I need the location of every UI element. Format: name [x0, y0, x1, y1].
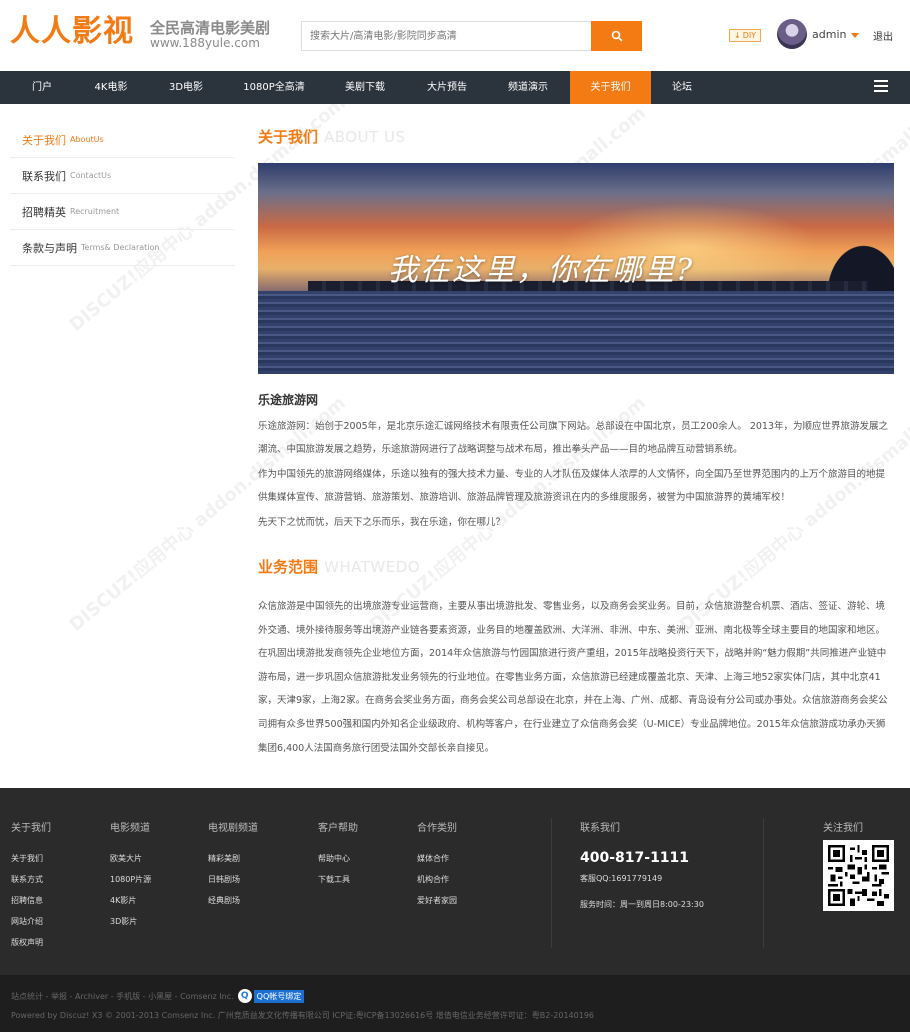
service-hours: 服务时间：周一到周日8:00-23:30: [580, 900, 704, 909]
nav-item-1080p[interactable]: 1080P全高清: [234, 71, 314, 104]
footer-column-heading: 合作类别: [417, 823, 457, 834]
footer-link[interactable]: 经典剧场: [208, 890, 258, 911]
search-input[interactable]: [302, 22, 591, 50]
sidebar-item-sublabel: AboutUs: [70, 135, 104, 144]
sidebar-item-sublabel: ContactUs: [70, 171, 112, 180]
chevron-down-icon[interactable]: [851, 33, 859, 38]
contact-phone: 400-817-1111: [580, 850, 690, 866]
site-header: 人人影视 全民高清电影美剧 www.188yule.com ↓ DIY admi…: [0, 0, 910, 71]
footer-link[interactable]: 日韩剧场: [208, 869, 258, 890]
qr-code: [823, 840, 894, 911]
banner-caption: 我在这里，你在哪里?: [388, 253, 695, 288]
qq-bind-button[interactable]: Q QQ帐号绑定: [237, 989, 305, 1003]
footer-link[interactable]: 联系方式: [11, 869, 51, 890]
sidebar-item-terms[interactable]: 条款与声明 Terms& Declaration: [10, 230, 235, 266]
sidebar-item-sublabel: Terms& Declaration: [81, 243, 160, 252]
footer-link[interactable]: 4K影片: [110, 890, 151, 911]
qq-icon: Q: [237, 989, 252, 1003]
footer-link[interactable]: 招聘信息: [11, 890, 51, 911]
footer-link[interactable]: 精彩美剧: [208, 848, 258, 869]
search-button[interactable]: [591, 21, 642, 51]
footer-column-heading: 关于我们: [11, 823, 51, 834]
logo-tagline: 全民高清电影美剧: [150, 19, 271, 37]
sidebar-item-contact[interactable]: 联系我们 ContactUs: [10, 158, 235, 194]
nav-item-channel-demo[interactable]: 频道演示: [499, 71, 557, 104]
footer-link[interactable]: 1080P片源: [110, 869, 151, 890]
footer-divider: [763, 818, 764, 948]
sidebar-item-label: 招聘精英: [22, 205, 66, 219]
about-banner-image: 我在这里，你在哪里?: [258, 163, 894, 374]
nav-item-trailer[interactable]: 大片预告: [418, 71, 476, 104]
about-paragraph: 作为中国领先的旅游网络媒体，乐途以独有的强大技术力量、专业的人才队伍及媒体人浓厚…: [258, 469, 886, 503]
logo-url: www.188yule.com: [150, 36, 260, 50]
site-footer: 关于我们 关于我们 联系方式 招聘信息 网站介绍 版权声明 电影频道 欧美大片 …: [0, 788, 910, 975]
footer-link[interactable]: 机构合作: [417, 869, 457, 890]
footer-divider: [551, 818, 552, 948]
download-arrow-icon: ↓: [734, 31, 741, 40]
footer-link[interactable]: 3D影片: [110, 911, 151, 932]
sidebar-item-label: 联系我们: [22, 169, 66, 183]
menu-icon[interactable]: [874, 80, 888, 92]
company-name: 乐途旅游网: [258, 393, 319, 407]
section-title-en: WHATWEDO: [324, 558, 421, 576]
footer-column-heading: 客户帮助: [318, 823, 358, 834]
business-paragraph: 众信旅游是中国领先的出境旅游专业运营商，主要从事出境游批发、零售业务，以及商务会…: [258, 601, 888, 754]
business-section-title: 业务范围 WHATWEDO: [258, 556, 420, 577]
footer-column-heading: 联系我们: [580, 823, 620, 834]
nav-item-4k[interactable]: 4K电影: [85, 71, 137, 104]
footer-column-heading: 电视剧频道: [208, 823, 258, 834]
logout-link[interactable]: 退出: [873, 28, 893, 43]
footer-link[interactable]: 下载工具: [318, 869, 358, 890]
footer-column-heading: 电影频道: [110, 823, 150, 834]
footer-link[interactable]: 网站介绍: [11, 911, 51, 932]
avatar[interactable]: [777, 19, 807, 49]
footer-column-cooperation: 合作类别 媒体合作 机构合作 爱好者家园: [417, 819, 457, 911]
sidebar-item-label: 条款与声明: [22, 241, 77, 255]
nav-item-drama[interactable]: 美剧下载: [336, 71, 394, 104]
footer-link[interactable]: 帮助中心: [318, 848, 358, 869]
footer-link[interactable]: 欧美大片: [110, 848, 151, 869]
footer-column-help: 客户帮助 帮助中心 下载工具: [318, 819, 358, 890]
footer-link[interactable]: 版权声明: [11, 932, 51, 953]
footer-link[interactable]: 媒体合作: [417, 848, 457, 869]
footer-column-about: 关于我们 关于我们 联系方式 招聘信息 网站介绍 版权声明: [11, 819, 51, 953]
section-title-en: ABOUT US: [324, 128, 406, 146]
sidebar-item-sublabel: Recruitment: [70, 207, 120, 216]
logo-title: 人人影视: [10, 14, 134, 49]
footer-column-movies: 电影频道 欧美大片 1080P片源 4K影片 3D影片: [110, 819, 151, 932]
nav-item-about[interactable]: 关于我们: [570, 71, 651, 104]
about-paragraph: 乐途旅游网：始创于2005年，是北京乐途汇诚网络技术有限责任公司旗下网站。总部设…: [258, 421, 889, 455]
nav-item-3d[interactable]: 3D电影: [160, 71, 212, 104]
copyright-text: Powered by Discuz! X3 © 2001-2013 Comsen…: [11, 1011, 594, 1020]
footer-column-heading: 关注我们: [823, 823, 863, 834]
about-paragraph: 先天下之忧而忧，后天下之乐而乐，我在乐途，你在哪儿？: [258, 517, 506, 528]
username-link[interactable]: admin: [812, 28, 846, 41]
footer-nav-line: 站点统计 - 举报 - Archiver - 手机版 - 小黑屋 - Comse…: [11, 989, 305, 1003]
about-sidebar: 关于我们 AboutUs 联系我们 ContactUs 招聘精英 Recruit…: [10, 122, 235, 266]
diy-button[interactable]: ↓ DIY: [729, 29, 762, 42]
about-section-title: 关于我们 ABOUT US: [258, 126, 406, 147]
section-title-cn: 业务范围: [258, 558, 319, 576]
footer-nav-links[interactable]: 站点统计 - 举报 - Archiver - 手机版 - 小黑屋 - Comse…: [11, 991, 234, 1002]
sidebar-item-label: 关于我们: [22, 133, 66, 147]
qq-bind-label: QQ帐号绑定: [253, 989, 305, 1003]
main-nav: 门户 4K电影 3D电影 1080P全高清 美剧下载 大片预告 频道演示 关于我…: [0, 71, 910, 104]
search-box: [301, 21, 591, 51]
nav-item-forum[interactable]: 论坛: [662, 71, 702, 104]
search-icon: [611, 30, 622, 42]
nav-item-home[interactable]: 门户: [18, 71, 66, 104]
contact-qq: 客服QQ:1691779149: [580, 874, 663, 883]
footer-link[interactable]: 关于我们: [11, 848, 51, 869]
footer-column-tv: 电视剧频道 精彩美剧 日韩剧场 经典剧场: [208, 819, 258, 911]
sidebar-item-recruitment[interactable]: 招聘精英 Recruitment: [10, 194, 235, 230]
section-title-cn: 关于我们: [258, 128, 319, 146]
diy-label: DIY: [742, 31, 757, 40]
copyright-bar: 站点统计 - 举报 - Archiver - 手机版 - 小黑屋 - Comse…: [0, 975, 910, 1032]
sidebar-item-about[interactable]: 关于我们 AboutUs: [10, 122, 235, 158]
footer-link[interactable]: 爱好者家园: [417, 890, 457, 911]
footer-contact: 联系我们 400-817-1111 客服QQ:1691779149 服务时间：周…: [580, 819, 704, 916]
